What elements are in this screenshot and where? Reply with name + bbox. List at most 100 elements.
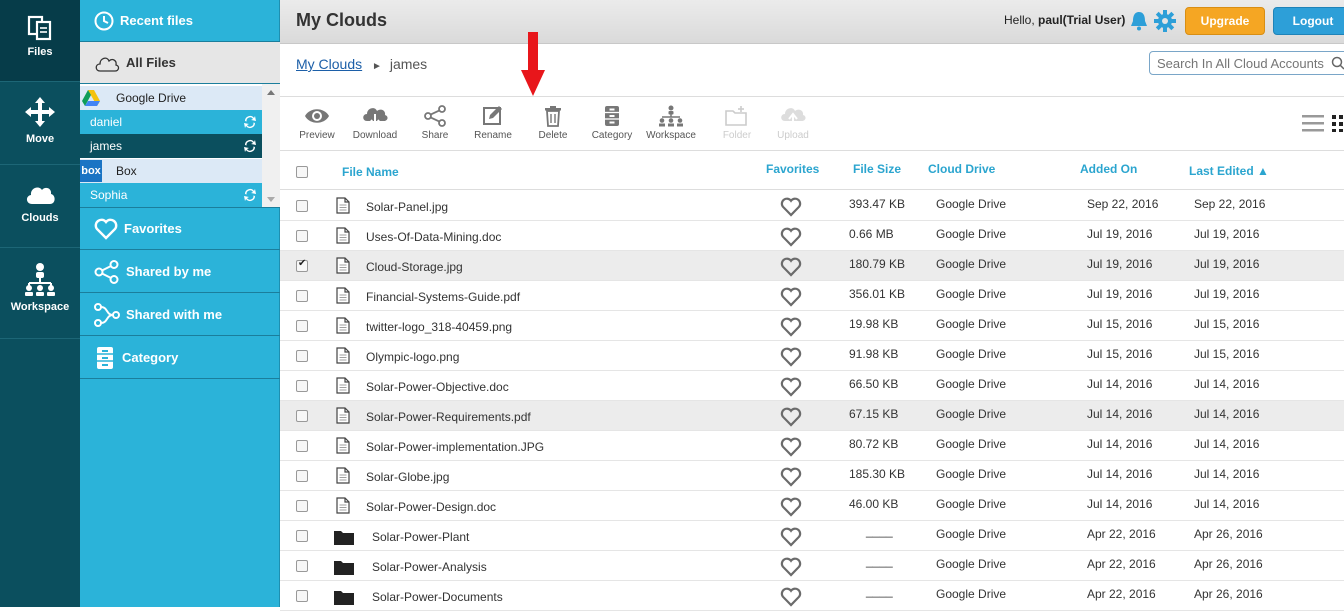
favorite-toggle[interactable] [780,317,802,340]
gear-icon[interactable] [1153,9,1177,33]
row-checkbox[interactable] [296,230,308,242]
col-file-name[interactable]: File Name [342,165,399,179]
file-name[interactable]: Uses-Of-Data-Mining.doc [366,230,501,244]
folder-sophia[interactable]: Sophia [80,183,262,207]
row-checkbox[interactable] [296,260,308,272]
category-button[interactable]: Category [582,105,642,141]
file-name[interactable]: Solar-Globe.jpg [366,470,449,484]
col-favorites[interactable]: Favorites [766,162,819,176]
col-cloud-drive[interactable]: Cloud Drive [928,162,995,176]
row-checkbox[interactable] [296,560,308,572]
recent-files-link[interactable]: Recent files [80,0,280,42]
file-name[interactable]: Solar-Power-Plant [372,530,469,544]
table-row[interactable]: Solar-Power-Analysis____Google DriveApr … [280,551,1344,581]
shared-with-me-link[interactable]: Shared with me [80,294,280,336]
bell-icon[interactable] [1128,10,1150,32]
file-name[interactable]: Olympic-logo.png [366,350,459,364]
scroll-up-icon[interactable] [262,86,280,100]
delete-button[interactable]: Delete [523,105,583,141]
row-checkbox[interactable] [296,200,308,212]
rail-files[interactable]: Files [0,0,80,82]
rail-workspace[interactable]: Workspace [0,249,80,339]
upload-button[interactable]: Upload [763,105,823,141]
sync-icon[interactable] [242,114,258,130]
folder-daniel[interactable]: daniel [80,110,262,134]
favorites-link[interactable]: Favorites [80,208,280,250]
favorite-toggle[interactable] [780,467,802,490]
favorite-toggle[interactable] [780,287,802,310]
file-name[interactable]: Financial-Systems-Guide.pdf [366,290,520,304]
table-row[interactable]: twitter-logo_318-40459.png19.98 KBGoogle… [280,311,1344,341]
search-input[interactable] [1149,51,1344,75]
new-folder-button[interactable]: Folder [707,105,767,141]
file-name[interactable]: Solar-Power-Objective.doc [366,380,509,394]
favorite-toggle[interactable] [780,197,802,220]
col-added-on[interactable]: Added On [1080,162,1137,176]
table-row[interactable]: Solar-Power-implementation.JPG80.72 KBGo… [280,431,1344,461]
file-name[interactable]: Solar-Power-Requirements.pdf [366,410,531,424]
favorite-toggle[interactable] [780,227,802,250]
rail-clouds[interactable]: Clouds [0,166,80,248]
table-row[interactable]: Solar-Power-Plant____Google DriveApr 22,… [280,521,1344,551]
table-row[interactable]: Uses-Of-Data-Mining.doc0.66 MBGoogle Dri… [280,221,1344,251]
grid-view-icon[interactable] [1332,114,1344,132]
row-checkbox[interactable] [296,500,308,512]
upgrade-button[interactable]: Upgrade [1185,7,1265,35]
file-name[interactable]: Solar-Power-Design.doc [366,500,496,514]
share-button[interactable]: Share [405,105,465,141]
table-row[interactable]: Solar-Power-Design.doc46.00 KBGoogle Dri… [280,491,1344,521]
rail-move[interactable]: Move [0,83,80,165]
table-row[interactable]: Solar-Panel.jpg393.47 KBGoogle DriveSep … [280,191,1344,221]
download-button[interactable]: Download [345,105,405,141]
search-icon[interactable] [1331,56,1344,70]
breadcrumb-root-link[interactable]: My Clouds [296,56,362,72]
preview-button[interactable]: Preview [287,105,347,141]
table-row[interactable]: Solar-Power-Requirements.pdf67.15 KBGoog… [280,401,1344,431]
shared-by-me-link[interactable]: Shared by me [80,251,280,293]
favorite-toggle[interactable] [780,407,802,430]
rename-button[interactable]: Rename [463,105,523,141]
folder-james[interactable]: james [80,134,262,158]
tree-scrollbar[interactable] [262,84,280,208]
list-view-icon[interactable] [1302,114,1324,132]
file-name[interactable]: Solar-Power-Documents [372,590,503,604]
table-row[interactable]: Financial-Systems-Guide.pdf356.01 KBGoog… [280,281,1344,311]
file-name[interactable]: Solar-Power-Analysis [372,560,487,574]
workspace-button[interactable]: Workspace [641,105,701,141]
favorite-toggle[interactable] [780,347,802,370]
logout-button[interactable]: Logout [1273,7,1344,35]
favorite-toggle[interactable] [780,257,802,280]
row-checkbox[interactable] [296,590,308,602]
scroll-down-icon[interactable] [262,192,280,206]
file-name[interactable]: Solar-Power-implementation.JPG [366,440,544,454]
favorite-toggle[interactable] [780,557,802,580]
col-file-size[interactable]: File Size [853,162,901,176]
sync-icon[interactable] [242,138,258,154]
row-checkbox[interactable] [296,530,308,542]
table-row[interactable]: Solar-Power-Objective.doc66.50 KBGoogle … [280,371,1344,401]
row-checkbox[interactable] [296,290,308,302]
favorite-toggle[interactable] [780,497,802,520]
category-link[interactable]: Category [80,337,280,379]
row-checkbox[interactable] [296,320,308,332]
table-row[interactable]: Olympic-logo.png91.98 KBGoogle DriveJul … [280,341,1344,371]
select-all-checkbox[interactable] [296,166,308,178]
row-checkbox[interactable] [296,380,308,392]
file-name[interactable]: twitter-logo_318-40459.png [366,320,512,334]
row-checkbox[interactable] [296,440,308,452]
file-name[interactable]: Solar-Panel.jpg [366,200,448,214]
table-row[interactable]: Cloud-Storage.jpg180.79 KBGoogle DriveJu… [280,251,1344,281]
file-name[interactable]: Cloud-Storage.jpg [366,260,463,274]
favorite-toggle[interactable] [780,377,802,400]
row-checkbox[interactable] [296,470,308,482]
favorite-toggle[interactable] [780,437,802,460]
col-last-edited[interactable]: Last Edited ▲ [1189,164,1269,178]
account-google-drive[interactable]: Google Drive [80,86,262,110]
all-files-link[interactable]: All Files [80,42,280,84]
sync-icon[interactable] [242,187,258,203]
account-box[interactable]: box Box [80,159,262,183]
row-checkbox[interactable] [296,350,308,362]
row-checkbox[interactable] [296,410,308,422]
table-row[interactable]: Solar-Globe.jpg185.30 KBGoogle DriveJul … [280,461,1344,491]
favorite-toggle[interactable] [780,527,802,550]
